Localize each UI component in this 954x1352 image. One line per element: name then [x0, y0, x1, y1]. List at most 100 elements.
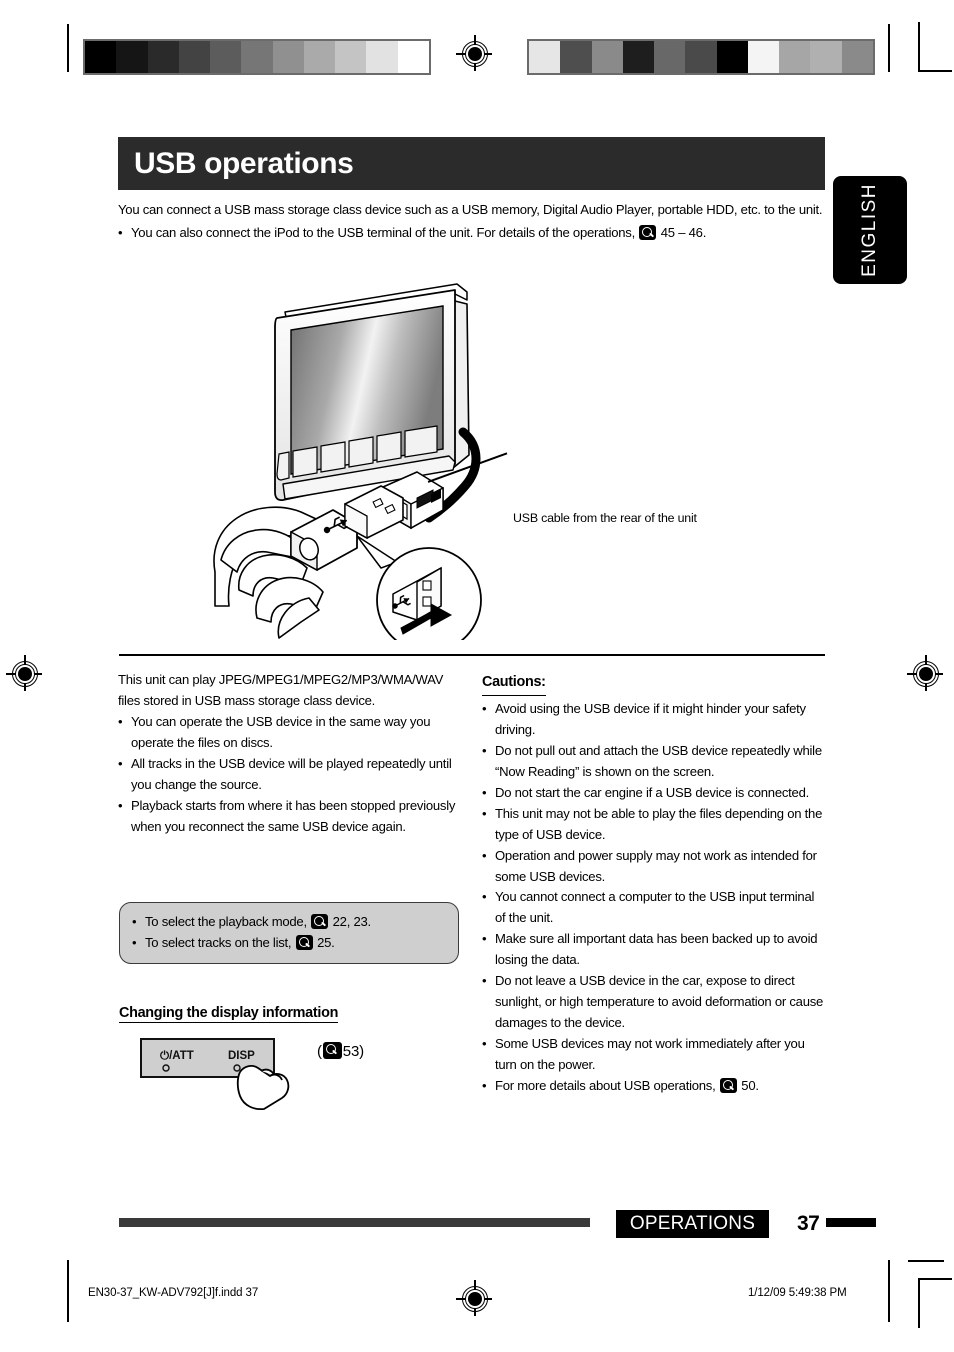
bullet-glyph: • — [118, 713, 123, 729]
caution-bullet-pages: 50. — [741, 1077, 759, 1093]
tip-callout-box: • To select the playback mode, 22, 23. •… — [119, 902, 459, 964]
caution-bullet: • Some USB devices may not work immediat… — [482, 1034, 825, 1076]
caution-bullet-text: Some USB devices may not work immediatel… — [495, 1036, 805, 1072]
registration-mark-left — [6, 655, 42, 691]
registration-mark-bottom-center — [456, 1280, 492, 1316]
left-bullet: • All tracks in the USB device will be p… — [118, 754, 466, 796]
caution-bullet-text: This unit may not be able to play the fi… — [495, 805, 823, 842]
color-swatch — [529, 41, 561, 73]
cautions-heading: Cautions: — [482, 671, 546, 697]
left-bullet: • Playback starts from where it has been… — [118, 796, 466, 838]
bullet-glyph: • — [482, 1036, 487, 1052]
color-swatch — [397, 41, 429, 73]
pointing-hand-icon — [236, 1065, 290, 1111]
intro-paragraph: You can connect a USB mass storage class… — [118, 202, 823, 217]
unit-button — [276, 451, 290, 481]
power-att-label: ⏻/ATT — [160, 1049, 194, 1062]
language-tab: ENGLISH — [833, 176, 907, 284]
bullet-glyph: • — [482, 1077, 487, 1093]
color-swatch — [841, 41, 873, 73]
crop-mark-top-right-outer-vertical — [918, 22, 920, 72]
crop-mark-bottom-left-vertical — [67, 1260, 69, 1322]
unit-button — [320, 441, 346, 473]
color-swatch — [85, 41, 117, 73]
bullet-glyph: • — [482, 742, 487, 758]
magnifier-icon — [311, 914, 329, 929]
color-swatch — [716, 41, 748, 73]
intro-bullet-text: You can also connect the iPod to the USB… — [131, 225, 635, 241]
color-swatch — [335, 41, 367, 73]
footer-section-label: OPERATIONS — [629, 1213, 756, 1234]
crop-mark-top-left-vertical — [67, 24, 69, 72]
footer-rule — [119, 1218, 590, 1227]
left-bullet-text: Playback starts from where it has been s… — [131, 797, 456, 834]
bullet-glyph: • — [482, 931, 487, 947]
imprint-filename: EN30-37_KW-ADV792[J]f.indd 37 — [88, 1287, 259, 1299]
footer-section-chip: OPERATIONS — [616, 1210, 769, 1238]
caution-bullet: • Do not pull out and attach the USB dev… — [482, 741, 825, 783]
unit-button — [348, 436, 374, 468]
callout-item-text: To select tracks on the list, — [145, 934, 292, 950]
left-column: This unit can play JPEG/MPEG1/MPEG2/MP3/… — [118, 670, 466, 838]
section-divider-rule — [119, 654, 825, 657]
disp-page-reference: (53) — [317, 1042, 364, 1060]
intro-bullet: • You can also connect the iPod to the U… — [118, 222, 825, 243]
caution-bullet-text: Do not pull out and attach the USB devic… — [495, 742, 822, 779]
intro-block: You can connect a USB mass storage class… — [118, 199, 825, 243]
magnifier-icon — [322, 1042, 342, 1059]
illustration-caption: USB cable from the rear of the unit — [513, 511, 697, 525]
color-swatch — [366, 41, 398, 73]
bullet-glyph: • — [482, 701, 487, 717]
bullet-glyph: • — [482, 784, 487, 800]
color-swatch — [147, 41, 179, 73]
caution-bullet-text: Do not leave a USB device in the car, ex… — [495, 973, 824, 1031]
caution-bullet: • Make sure all important data has been … — [482, 929, 825, 971]
caution-bullet: • Avoid using the USB device if it might… — [482, 699, 825, 741]
bullet-glyph: • — [118, 755, 123, 771]
callout-item-text: To select the playback mode, — [145, 914, 307, 929]
crop-mark-bottom-right-inner-horizontal — [908, 1260, 944, 1262]
caution-bullet: • This unit may not be able to play the … — [482, 804, 825, 846]
language-tab-label: ENGLISH — [859, 183, 880, 277]
callout-item: • To select tracks on the list, 25. — [132, 933, 444, 954]
caution-bullet-text: You cannot connect a computer to the USB… — [495, 889, 815, 926]
left-bullet-text: You can operate the USB device in the sa… — [131, 713, 431, 750]
color-calibration-strip-right — [527, 39, 875, 75]
unit-button — [376, 431, 402, 463]
color-swatch — [178, 41, 211, 73]
left-bullet: • You can operate the USB device in the … — [118, 712, 466, 754]
caution-bullet-last: • For more details about USB operations,… — [482, 1076, 825, 1097]
callout-item-pages: 25. — [317, 934, 335, 950]
crop-mark-bottom-right-horizontal — [918, 1278, 952, 1280]
callout-item-pages: 22, 23. — [332, 914, 372, 929]
usb-connection-illustration-svg — [213, 283, 482, 653]
crop-mark-bottom-right-vertical — [888, 1260, 890, 1322]
magnifier-icon — [639, 225, 657, 241]
caution-bullet: • Do not leave a USB device in the car, … — [482, 971, 825, 1034]
color-swatch — [747, 41, 780, 73]
subsection-heading: Changing the display information — [119, 1005, 339, 1023]
caution-bullet-text: Make sure all important data has been ba… — [495, 931, 818, 968]
disp-button-figure-svg: ⏻/ATT DISP — [140, 1038, 290, 1111]
bullet-glyph: • — [482, 805, 487, 821]
crop-mark-top-right-horizontal — [918, 70, 952, 72]
color-calibration-strip-left — [83, 39, 431, 75]
unit-button — [404, 425, 438, 458]
magnifier-icon — [295, 934, 313, 950]
caution-bullet: • You cannot connect a computer to the U… — [482, 887, 825, 929]
color-swatch — [779, 41, 811, 73]
magnifier-icon — [719, 1077, 737, 1093]
disp-label: DISP — [228, 1050, 255, 1062]
caution-bullet: • Operation and power supply may not wor… — [482, 846, 825, 888]
left-bullet-text: All tracks in the USB device will be pla… — [131, 755, 452, 792]
registration-mark-top-center — [456, 35, 492, 71]
bullet-glyph: • — [482, 889, 487, 905]
bullet-glyph: • — [482, 847, 487, 863]
color-swatch — [622, 41, 655, 73]
caution-bullet-text: Do not start the car engine if a USB dev… — [495, 784, 810, 800]
caution-bullet: • Do not start the car engine if a USB d… — [482, 783, 825, 804]
right-column: Cautions: • Avoid using the USB device i… — [482, 671, 825, 1097]
disp-ref-open: ( — [317, 1043, 322, 1060]
intro-bullet-pages: 45 – 46. — [660, 225, 707, 241]
bullet-glyph: • — [132, 934, 137, 950]
